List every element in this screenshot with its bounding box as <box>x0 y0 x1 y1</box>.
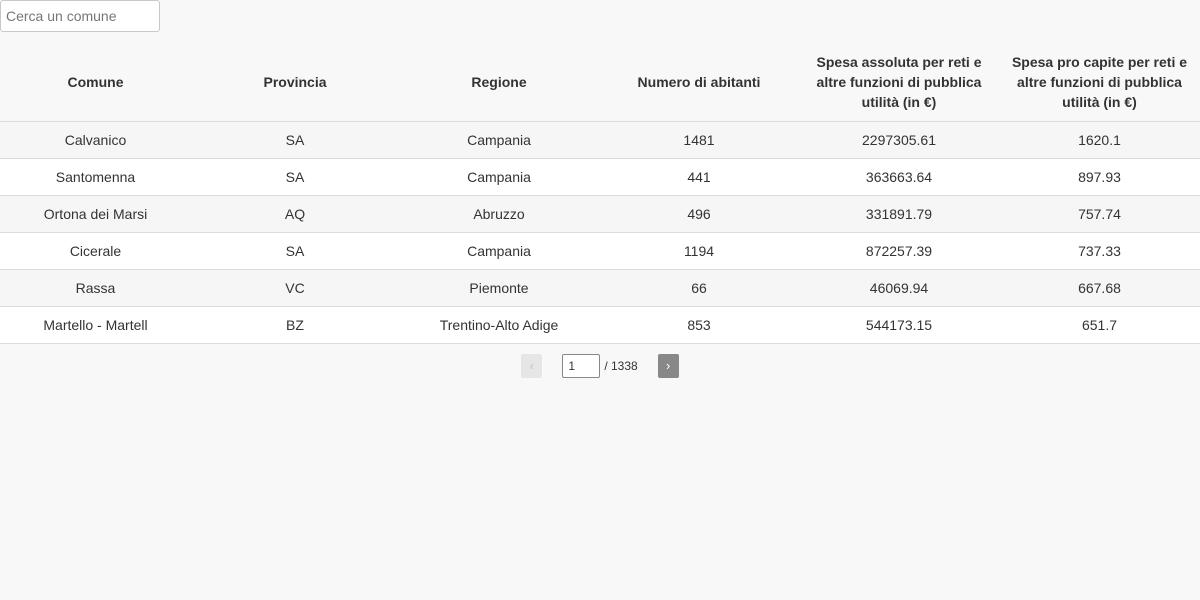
cell-comune: Santomenna <box>0 158 191 196</box>
cell-comune: Calvanico <box>0 121 191 159</box>
search-container <box>0 0 160 32</box>
cell-spesa-assoluta: 544173.15 <box>799 306 999 344</box>
cell-provincia: SA <box>191 121 399 159</box>
table-row: Martello - Martell BZ Trentino-Alto Adig… <box>0 306 1200 344</box>
table-body: Calvanico SA Campania 1481 2297305.61 16… <box>0 121 1200 344</box>
cell-spesa-pro-capite: 667.68 <box>999 269 1200 307</box>
column-header-spesa-pro-capite[interactable]: Spesa pro capite per reti e altre funzio… <box>999 42 1200 122</box>
cell-provincia: BZ <box>191 306 399 344</box>
cell-spesa-assoluta: 331891.79 <box>799 195 999 233</box>
next-page-button[interactable]: › <box>657 354 679 378</box>
prev-page-button[interactable]: ‹ <box>521 354 543 378</box>
table-row: Cicerale SA Campania 1194 872257.39 737.… <box>0 232 1200 270</box>
table-row: Ortona dei Marsi AQ Abruzzo 496 331891.7… <box>0 195 1200 233</box>
cell-spesa-assoluta: 46069.94 <box>799 269 999 307</box>
cell-abitanti: 66 <box>599 269 799 307</box>
cell-regione: Campania <box>399 232 599 270</box>
cell-regione: Trentino-Alto Adige <box>399 306 599 344</box>
column-header-comune[interactable]: Comune <box>0 42 191 122</box>
column-header-abitanti[interactable]: Numero di abitanti <box>599 42 799 122</box>
cell-regione: Campania <box>399 158 599 196</box>
table-header: Comune Provincia Regione Numero di abita… <box>0 42 1200 122</box>
cell-comune: Rassa <box>0 269 191 307</box>
page-number-input[interactable] <box>562 354 601 378</box>
cell-spesa-pro-capite: 897.93 <box>999 158 1200 196</box>
column-header-provincia[interactable]: Provincia <box>191 42 399 122</box>
cell-spesa-pro-capite: 1620.1 <box>999 121 1200 159</box>
table-row: Calvanico SA Campania 1481 2297305.61 16… <box>0 121 1200 159</box>
cell-spesa-assoluta: 2297305.61 <box>799 121 999 159</box>
column-header-regione[interactable]: Regione <box>399 42 599 122</box>
cell-abitanti: 1194 <box>599 232 799 270</box>
data-table: Comune Provincia Regione Numero di abita… <box>0 42 1200 344</box>
page-total-label: / 1338 <box>604 359 638 373</box>
cell-spesa-pro-capite: 651.7 <box>999 306 1200 344</box>
cell-regione: Campania <box>399 121 599 159</box>
cell-abitanti: 1481 <box>599 121 799 159</box>
cell-provincia: SA <box>191 232 399 270</box>
table-row: Santomenna SA Campania 441 363663.64 897… <box>0 158 1200 196</box>
cell-spesa-pro-capite: 737.33 <box>999 232 1200 270</box>
cell-spesa-assoluta: 872257.39 <box>799 232 999 270</box>
table-row: Rassa VC Piemonte 66 46069.94 667.68 <box>0 269 1200 307</box>
cell-comune: Ortona dei Marsi <box>0 195 191 233</box>
cell-regione: Piemonte <box>399 269 599 307</box>
cell-abitanti: 496 <box>599 195 799 233</box>
cell-comune: Cicerale <box>0 232 191 270</box>
cell-abitanti: 853 <box>599 306 799 344</box>
search-input[interactable] <box>0 0 160 32</box>
cell-comune: Martello - Martell <box>0 306 191 344</box>
column-header-spesa-assoluta[interactable]: Spesa assoluta per reti e altre funzioni… <box>799 42 999 122</box>
cell-abitanti: 441 <box>599 158 799 196</box>
cell-provincia: AQ <box>191 195 399 233</box>
pagination: ‹ / 1338 › <box>0 354 1200 378</box>
cell-provincia: VC <box>191 269 399 307</box>
cell-spesa-assoluta: 363663.64 <box>799 158 999 196</box>
cell-provincia: SA <box>191 158 399 196</box>
cell-regione: Abruzzo <box>399 195 599 233</box>
cell-spesa-pro-capite: 757.74 <box>999 195 1200 233</box>
header-row: Comune Provincia Regione Numero di abita… <box>0 42 1200 122</box>
